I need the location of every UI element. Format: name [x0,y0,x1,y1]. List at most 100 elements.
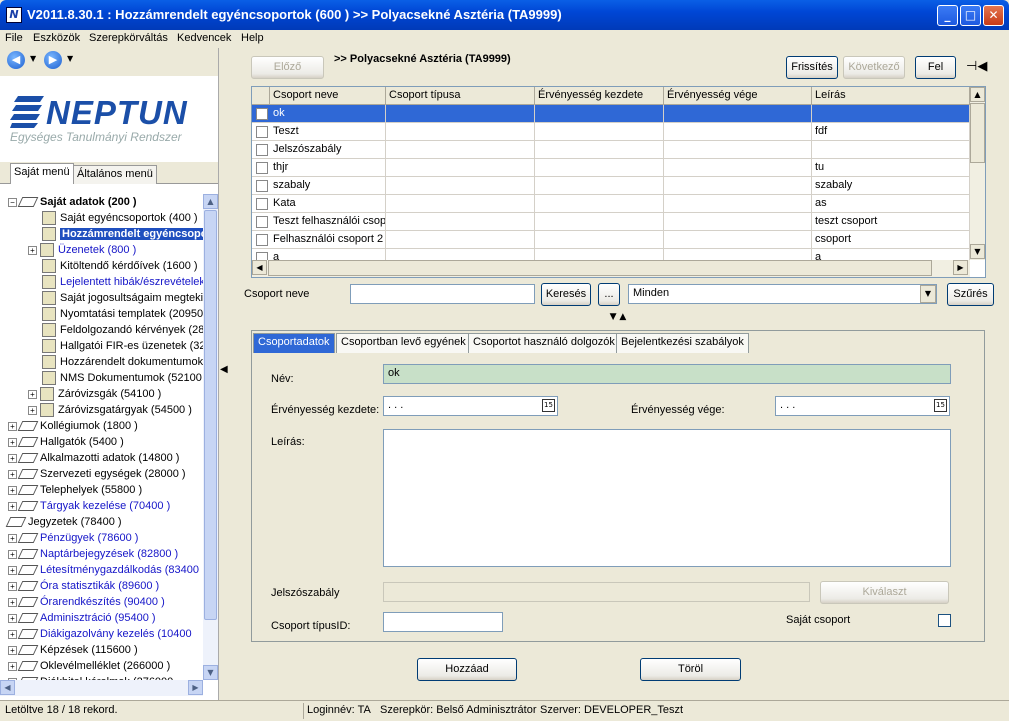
grid-header-valid-from[interactable]: Érvényesség kezdete [535,87,664,105]
tree-item[interactable]: Hallgatói FIR-es üzenetek (32 [42,338,203,354]
tree-item[interactable]: Nyomtatási templatek (20950 [42,306,203,322]
grid-hscroll-thumb[interactable] [268,260,932,276]
tree-item[interactable]: + Üzenetek (800 ) [28,242,136,258]
grid-header-description[interactable]: Leírás [812,87,970,105]
tree-item[interactable]: Saját egyéncsoportok (400 ) [42,210,198,226]
filter-select[interactable]: Minden [628,284,937,304]
forward-dropdown-icon[interactable]: ▼ [67,54,73,63]
table-row[interactable]: Teszt felhasználói csoport teszt csoport [252,213,970,231]
tree-item[interactable]: + Záróvizsgák (54100 ) [28,386,161,402]
group-name-search-input[interactable] [350,284,535,304]
grid-header-valid-to[interactable]: Érvényesség vége [664,87,812,105]
next-button[interactable]: Következő [843,56,905,79]
grid-header-type[interactable]: Csoport típusa [386,87,535,105]
tab-login-rules[interactable]: Bejelentkezési szabályok [616,333,749,353]
menu-tools[interactable]: Eszközök [33,32,80,44]
tree-item[interactable]: + Naptárbejegyzések (82800 ) [8,546,178,562]
group-type-id-field[interactable] [383,612,503,632]
row-checkbox[interactable] [256,108,268,120]
tree-item[interactable]: + Órarendkészítés (90400 ) [8,594,165,610]
tree-item[interactable]: + Pénzügyek (78600 ) [8,530,138,546]
grid-scroll-thumb[interactable] [970,103,985,163]
row-checkbox[interactable] [256,216,268,228]
row-checkbox[interactable] [256,162,268,174]
grid-header-name[interactable]: Csoport neve [270,87,386,105]
row-checkbox[interactable] [256,234,268,246]
valid-to-field[interactable]: . . . [775,396,950,416]
scroll-left-icon[interactable]: ◀ [0,680,15,695]
row-checkbox[interactable] [256,126,268,138]
tab-group-members[interactable]: Csoportban levő egyének [336,333,471,353]
tab-group-users[interactable]: Csoportot használó dolgozók [468,333,620,353]
tree-item[interactable]: Saját jogosultságaim megtekintése [42,290,203,306]
table-row[interactable]: thjr tu [252,159,970,177]
menu-help[interactable]: Help [241,32,264,44]
tree-item[interactable]: − Saját adatok (200 ) [8,194,137,210]
collapse-left-icon[interactable]: ◀ [220,364,230,384]
grid-horizontal-scrollbar[interactable]: ◀ ▶ [252,260,970,277]
tree-item[interactable]: + Szervezeti egységek (28000 ) [8,466,186,482]
expand-icon[interactable]: + [8,421,17,431]
expand-icon[interactable]: + [28,389,37,399]
description-field[interactable] [383,429,951,567]
menu-favorites[interactable]: Kedvencek [177,32,231,44]
calendar-icon[interactable]: 15 [934,399,947,412]
tree-item[interactable]: + Telephelyek (55800 ) [8,482,142,498]
pin-icon[interactable]: ⊣◀ [966,58,987,74]
tree-item[interactable]: + Hallgatók (5400 ) [8,434,124,450]
expand-icon[interactable]: + [8,485,17,495]
minimize-button[interactable]: _ [937,5,958,26]
more-button[interactable]: ... [598,283,620,306]
tree-vertical-scrollbar[interactable]: ▲ ▼ [203,194,218,680]
scroll-down-icon[interactable]: ▼ [203,665,218,680]
back-icon[interactable]: ◀ [7,51,25,69]
tree-item[interactable]: Jegyzetek (78400 ) [5,514,122,530]
tree-item[interactable]: NMS Dokumentumok (52100 [42,370,202,386]
expand-icon[interactable]: + [8,565,17,575]
tree-item[interactable]: Lejelentett hibák/észrevételek [42,274,203,290]
expand-icon[interactable]: + [8,613,17,623]
tree-item[interactable]: + Kollégiumok (1800 ) [8,418,138,434]
prev-button[interactable]: Előző [251,56,324,79]
expand-icon[interactable]: + [8,581,17,591]
tree-item[interactable]: + Alkalmazotti adatok (14800 ) [8,450,179,466]
expand-icon[interactable]: + [8,453,17,463]
tree-horizontal-scrollbar[interactable]: ◀ ▶ [0,680,203,696]
expand-icon[interactable]: + [8,661,17,671]
tree-item[interactable]: Hozzárendelt dokumentumok [42,354,203,370]
tab-own-menu[interactable]: Saját menü [10,163,74,185]
add-button[interactable]: Hozzáad [417,658,517,681]
collapse-expand-icon[interactable]: ▼ ▲ [595,312,641,322]
expand-icon[interactable]: + [8,469,17,479]
grid-scroll-left-icon[interactable]: ◀ [252,260,267,275]
grid-scroll-down-icon[interactable]: ▼ [970,244,985,259]
scroll-up-icon[interactable]: ▲ [203,194,218,209]
tab-group-data[interactable]: Csoportadatok [253,333,335,353]
table-row[interactable]: Jelszószabály [252,141,970,159]
expand-icon[interactable]: + [8,549,17,559]
tree-item[interactable]: + Oklevélmelléklet (266000 ) [8,658,170,674]
tree-item[interactable]: + Képzések (115600 ) [8,642,138,658]
close-button[interactable]: ✕ [983,5,1004,26]
expand-icon[interactable]: + [8,597,17,607]
row-checkbox[interactable] [256,180,268,192]
table-row[interactable]: Felhasználói csoport 2 csoport [252,231,970,249]
tree-item[interactable]: Kitöltendő kérdőívek (1600 ) [42,258,198,274]
expand-icon[interactable]: + [8,437,17,447]
maximize-button[interactable]: □ [960,5,981,26]
search-button[interactable]: Keresés [541,283,591,306]
expand-icon[interactable]: + [8,629,17,639]
table-row[interactable]: szabaly szabaly [252,177,970,195]
up-button[interactable]: Fel [915,56,956,79]
tree-item[interactable]: + Záróvizsgatárgyak (54500 ) [28,402,192,418]
tab-general-menu[interactable]: Általános menü [73,165,157,184]
table-row[interactable]: ok [252,105,970,123]
chevron-down-icon[interactable]: ▼ [920,285,936,303]
tree-item[interactable]: Feldolgozandó kérvények (28 [42,322,203,338]
menu-role-switch[interactable]: Szerepkörváltás [89,32,168,44]
expand-icon[interactable]: + [28,245,37,255]
grid-scroll-up-icon[interactable]: ▲ [970,87,985,102]
name-field[interactable]: ok [383,364,951,384]
collapse-icon[interactable]: − [8,197,17,207]
tree-item[interactable]: + Adminisztráció (95400 ) [8,610,156,626]
